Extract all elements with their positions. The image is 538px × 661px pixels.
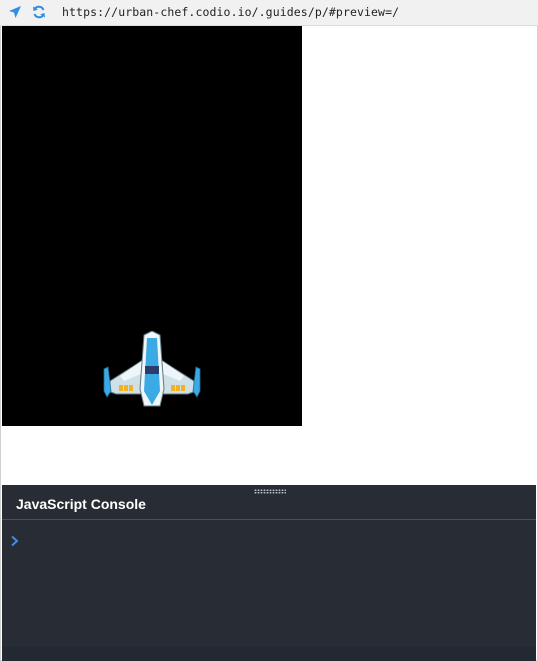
- preview-pane: [2, 26, 536, 485]
- location-arrow-icon[interactable]: [8, 5, 22, 19]
- refresh-icon[interactable]: [32, 5, 46, 19]
- javascript-console: JavaScript Console: [2, 485, 536, 661]
- url-text[interactable]: https://urban-chef.codio.io/.guides/p/#p…: [62, 5, 399, 19]
- game-canvas[interactable]: [2, 26, 302, 426]
- chevron-right-icon: [11, 535, 19, 547]
- resize-handle-icon[interactable]: [254, 489, 286, 494]
- spaceship-icon: [103, 331, 201, 407]
- console-title: JavaScript Console: [16, 496, 146, 512]
- console-header: JavaScript Console: [2, 485, 536, 520]
- url-bar: https://urban-chef.codio.io/.guides/p/#p…: [0, 0, 538, 26]
- console-input[interactable]: [26, 531, 530, 553]
- console-footer: [2, 647, 536, 661]
